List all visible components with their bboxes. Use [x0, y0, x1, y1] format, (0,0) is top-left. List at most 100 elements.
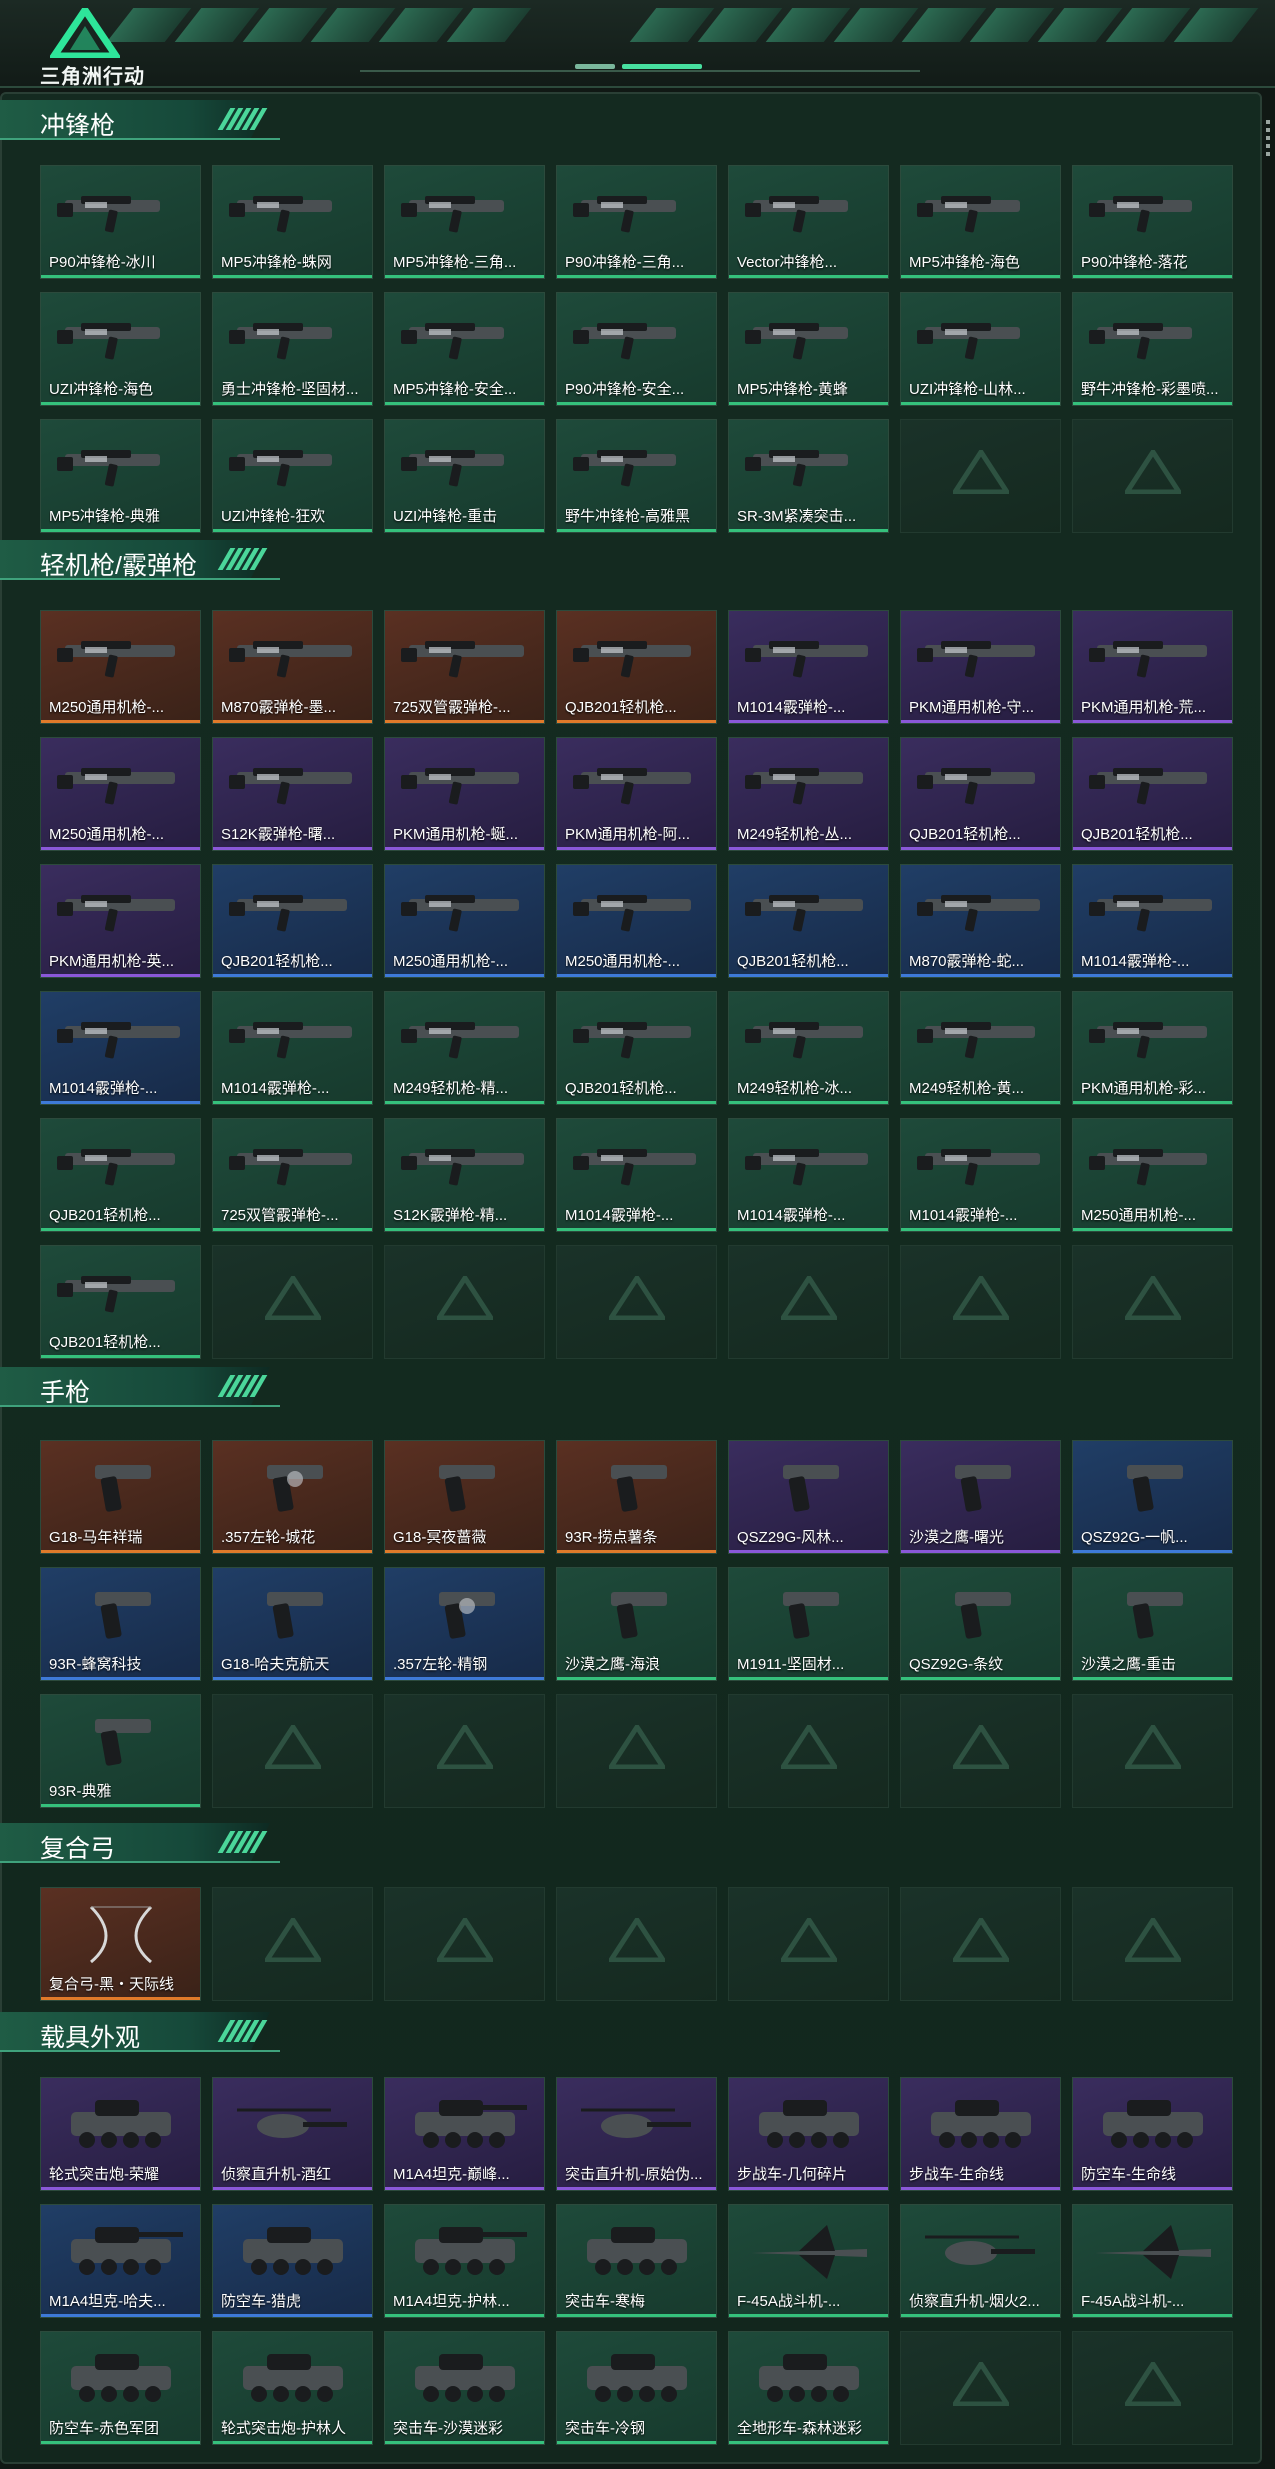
- skin-card[interactable]: MP5冲锋枪-海色: [900, 165, 1061, 279]
- skin-card[interactable]: M1014霰弹枪-...: [728, 610, 889, 724]
- skin-card[interactable]: 725双管霰弹枪-...: [212, 1118, 373, 1232]
- skin-card[interactable]: M249轻机枪-精...: [384, 991, 545, 1105]
- skin-card[interactable]: G18-马年祥瑞: [40, 1440, 201, 1554]
- skin-card[interactable]: SR-3M紧凑突击...: [728, 419, 889, 533]
- skin-card[interactable]: P90冲锋枪-冰川: [40, 165, 201, 279]
- skin-card[interactable]: S12K霰弹枪-曙...: [212, 737, 373, 851]
- skin-card[interactable]: M1A4坦克-哈夫...: [40, 2204, 201, 2318]
- skin-card[interactable]: QJB201轻机枪...: [728, 864, 889, 978]
- skin-card[interactable]: M1014霰弹枪-...: [556, 1118, 717, 1232]
- skin-card[interactable]: M870霰弹枪-蛇...: [900, 864, 1061, 978]
- skin-card[interactable]: 野牛冲锋枪-高雅黑: [556, 419, 717, 533]
- skin-card[interactable]: M249轻机枪-黄...: [900, 991, 1061, 1105]
- skin-card[interactable]: S12K霰弹枪-精...: [384, 1118, 545, 1232]
- skin-card[interactable]: P90冲锋枪-三角...: [556, 165, 717, 279]
- skin-card[interactable]: F-45A战斗机-...: [1072, 2204, 1233, 2318]
- skin-card[interactable]: QJB201轻机枪...: [40, 1245, 201, 1359]
- skin-card[interactable]: PKM通用机枪-英...: [40, 864, 201, 978]
- lmg-icon: [57, 1149, 175, 1186]
- skin-card[interactable]: 侦察直升机-酒红: [212, 2077, 373, 2191]
- skin-card[interactable]: P90冲锋枪-落花: [1072, 165, 1233, 279]
- skin-card[interactable]: UZI冲锋枪-重击: [384, 419, 545, 533]
- skin-card[interactable]: M1A4坦克-护林...: [384, 2204, 545, 2318]
- skin-card[interactable]: 突击直升机-原始伪...: [556, 2077, 717, 2191]
- skin-card[interactable]: M1A4坦克-巅峰...: [384, 2077, 545, 2191]
- skin-card[interactable]: G18-冥夜蔷薇: [384, 1440, 545, 1554]
- skin-card[interactable]: M250通用机枪-...: [40, 610, 201, 724]
- skin-card[interactable]: QSZ29G-风林...: [728, 1440, 889, 1554]
- skin-card[interactable]: 防空车-生命线: [1072, 2077, 1233, 2191]
- skin-card[interactable]: M249轻机枪-冰...: [728, 991, 889, 1105]
- skin-card[interactable]: 勇士冲锋枪-坚固材...: [212, 292, 373, 406]
- skin-card[interactable]: 沙漠之鹰-海浪: [556, 1567, 717, 1681]
- rarity-bar: [213, 1228, 372, 1231]
- empty-slot: [384, 1694, 545, 1808]
- empty-slot: [1072, 1694, 1233, 1808]
- skin-card[interactable]: QJB201轻机枪...: [556, 610, 717, 724]
- skin-card[interactable]: 93R-捞点薯条: [556, 1440, 717, 1554]
- skin-card[interactable]: M250通用机枪-...: [556, 864, 717, 978]
- rarity-bar: [729, 1677, 888, 1680]
- skin-card[interactable]: M250通用机枪-...: [40, 737, 201, 851]
- skin-card[interactable]: 93R-蜂窝科技: [40, 1567, 201, 1681]
- skin-card[interactable]: 93R-典雅: [40, 1694, 201, 1808]
- skin-card[interactable]: P90冲锋枪-安全...: [556, 292, 717, 406]
- skin-card[interactable]: 沙漠之鹰-重击: [1072, 1567, 1233, 1681]
- skin-card[interactable]: 防空车-赤色军团: [40, 2331, 201, 2445]
- skin-card[interactable]: 全地形车-森林迷彩: [728, 2331, 889, 2445]
- skin-card[interactable]: Vector冲锋枪...: [728, 165, 889, 279]
- skin-card[interactable]: 侦察直升机-烟火2...: [900, 2204, 1061, 2318]
- skin-card[interactable]: UZI冲锋枪-山林...: [900, 292, 1061, 406]
- skin-card[interactable]: 725双管霰弹枪-...: [384, 610, 545, 724]
- skin-card[interactable]: M249轻机枪-丛...: [728, 737, 889, 851]
- skin-card[interactable]: QSZ92G-一帆...: [1072, 1440, 1233, 1554]
- skin-card[interactable]: MP5冲锋枪-安全...: [384, 292, 545, 406]
- skin-name: 野牛冲锋枪-高雅黑: [565, 508, 690, 525]
- scrollbar-grip-icon[interactable]: [1266, 120, 1270, 160]
- skin-card[interactable]: QJB201轻机枪...: [40, 1118, 201, 1232]
- skin-card[interactable]: PKM通用机枪-阿...: [556, 737, 717, 851]
- skin-card[interactable]: 突击车-沙漠迷彩: [384, 2331, 545, 2445]
- skin-card[interactable]: PKM通用机枪-彩...: [1072, 991, 1233, 1105]
- skin-card[interactable]: 沙漠之鹰-曙光: [900, 1440, 1061, 1554]
- skin-card[interactable]: MP5冲锋枪-蛛网: [212, 165, 373, 279]
- skin-card[interactable]: QJB201轻机枪...: [1072, 737, 1233, 851]
- skin-name: M1A4坦克-巅峰...: [393, 2166, 510, 2183]
- skin-card[interactable]: .357左轮-精钢: [384, 1567, 545, 1681]
- skin-card[interactable]: MP5冲锋枪-黄蜂: [728, 292, 889, 406]
- skin-card[interactable]: M1014霰弹枪-...: [1072, 864, 1233, 978]
- skin-card[interactable]: QJB201轻机枪...: [900, 737, 1061, 851]
- skin-card[interactable]: 步战车-几何碎片: [728, 2077, 889, 2191]
- skin-card[interactable]: 步战车-生命线: [900, 2077, 1061, 2191]
- skin-card[interactable]: QJB201轻机枪...: [212, 864, 373, 978]
- skin-card[interactable]: PKM通用机枪-守...: [900, 610, 1061, 724]
- skin-card[interactable]: UZI冲锋枪-狂欢: [212, 419, 373, 533]
- skin-card[interactable]: M1014霰弹枪-...: [900, 1118, 1061, 1232]
- skin-card[interactable]: M1014霰弹枪-...: [728, 1118, 889, 1232]
- skin-card[interactable]: M250通用机枪-...: [1072, 1118, 1233, 1232]
- skin-card[interactable]: G18-哈夫克航天: [212, 1567, 373, 1681]
- skin-card[interactable]: F-45A战斗机-...: [728, 2204, 889, 2318]
- skin-card[interactable]: M250通用机枪-...: [384, 864, 545, 978]
- skin-card[interactable]: M1014霰弹枪-...: [212, 991, 373, 1105]
- skin-card[interactable]: PKM通用机枪-荒...: [1072, 610, 1233, 724]
- skin-card[interactable]: QSZ92G-条纹: [900, 1567, 1061, 1681]
- skin-card[interactable]: 防空车-猎虎: [212, 2204, 373, 2318]
- skin-card[interactable]: MP5冲锋枪-典雅: [40, 419, 201, 533]
- skin-card[interactable]: 突击车-冷钢: [556, 2331, 717, 2445]
- shotgun-icon: [1089, 895, 1212, 932]
- skin-card[interactable]: 复合弓-黑・天际线: [40, 1887, 201, 2001]
- skin-card[interactable]: M1014霰弹枪-...: [40, 991, 201, 1105]
- skin-card[interactable]: UZI冲锋枪-海色: [40, 292, 201, 406]
- skin-card[interactable]: M1911-坚固材...: [728, 1567, 889, 1681]
- shotgun-icon: [229, 641, 352, 678]
- skin-card[interactable]: PKM通用机枪-蜒...: [384, 737, 545, 851]
- skin-card[interactable]: 野牛冲锋枪-彩墨喷...: [1072, 292, 1233, 406]
- skin-card[interactable]: 突击车-寒梅: [556, 2204, 717, 2318]
- skin-card[interactable]: M870霰弹枪-墨...: [212, 610, 373, 724]
- skin-card[interactable]: QJB201轻机枪...: [556, 991, 717, 1105]
- skin-card[interactable]: 轮式突击炮-荣耀: [40, 2077, 201, 2191]
- skin-card[interactable]: .357左轮-城花: [212, 1440, 373, 1554]
- skin-card[interactable]: 轮式突击炮-护林人: [212, 2331, 373, 2445]
- skin-card[interactable]: MP5冲锋枪-三角...: [384, 165, 545, 279]
